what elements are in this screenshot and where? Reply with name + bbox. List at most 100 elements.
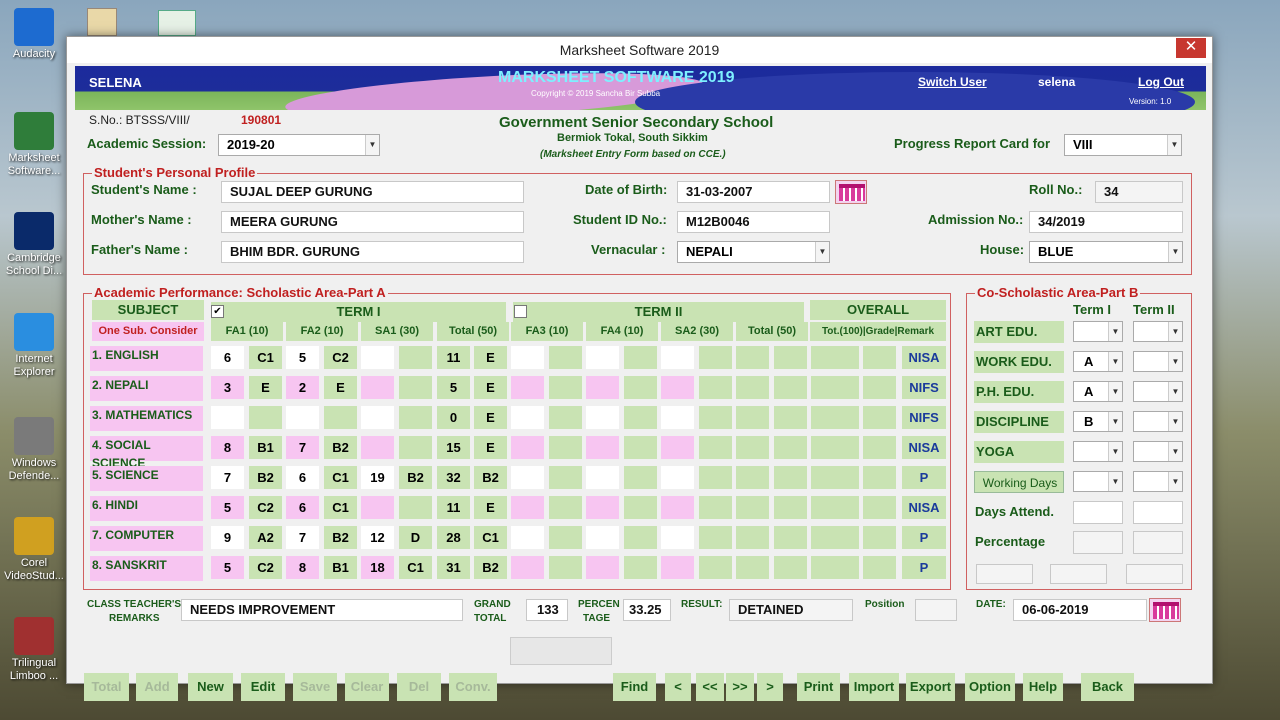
- co-grade-select-t2[interactable]: ▼: [1133, 351, 1183, 372]
- new-button[interactable]: New: [188, 673, 233, 701]
- term1-checkbox[interactable]: ✔: [211, 305, 224, 318]
- fa2-input[interactable]: 7: [286, 526, 319, 549]
- sa1-input[interactable]: 18: [361, 556, 394, 579]
- switch-user-link[interactable]: Switch User: [918, 75, 987, 89]
- help-button[interactable]: Help: [1023, 673, 1063, 701]
- term2-input[interactable]: [511, 496, 544, 519]
- term2-input[interactable]: [511, 346, 544, 369]
- sa1-input[interactable]: [361, 376, 394, 399]
- sa1-input[interactable]: [361, 346, 394, 369]
- days-attend-input[interactable]: [1073, 501, 1123, 524]
- term2-input[interactable]: [661, 496, 694, 519]
- conv-button[interactable]: Conv.: [449, 673, 497, 701]
- calendar-icon[interactable]: [835, 180, 867, 204]
- calendar-icon[interactable]: [1149, 598, 1181, 622]
- import-button[interactable]: Import: [849, 673, 899, 701]
- term2-input[interactable]: [511, 406, 544, 429]
- trilingual-limboo-shortcut[interactable]: Trilingual Limboo ...: [2, 617, 66, 683]
- student-name-input[interactable]: SUJAL DEEP GURUNG: [221, 181, 524, 203]
- co-grade-select-t1[interactable]: B ▼: [1073, 411, 1123, 432]
- co-grade-select-t2[interactable]: ▼: [1133, 321, 1183, 342]
- find-button[interactable]: Find: [613, 673, 656, 701]
- sa1-input[interactable]: 19: [361, 466, 394, 489]
- internet-explorer-shortcut[interactable]: Internet Explorer: [2, 313, 66, 379]
- mother-name-input[interactable]: MEERA GURUNG: [221, 211, 524, 233]
- fa2-input[interactable]: [286, 406, 319, 429]
- term2-input[interactable]: [511, 526, 544, 549]
- taskbar-thumb-2[interactable]: [158, 10, 196, 36]
- corel-videostudio-shortcut[interactable]: Corel VideoStud...: [2, 517, 66, 583]
- term2-input[interactable]: [511, 556, 544, 579]
- save-button[interactable]: Save: [293, 673, 337, 701]
- term2-input[interactable]: [586, 466, 619, 489]
- term2-input[interactable]: [586, 496, 619, 519]
- term2-input[interactable]: [661, 376, 694, 399]
- last-button[interactable]: >>: [726, 673, 754, 701]
- export-button[interactable]: Export: [906, 673, 955, 701]
- term2-input[interactable]: [586, 346, 619, 369]
- term2-input[interactable]: [586, 526, 619, 549]
- marksheet-software-shortcut[interactable]: Marksheet Software...: [2, 112, 66, 178]
- back-button[interactable]: Back: [1081, 673, 1134, 701]
- term2-input[interactable]: [511, 436, 544, 459]
- co-grade-select-t1[interactable]: ▼: [1073, 471, 1123, 492]
- term2-input[interactable]: [586, 376, 619, 399]
- cambridge-csd-shortcut[interactable]: Cambridge School Di...: [2, 212, 66, 278]
- term2-input[interactable]: [586, 406, 619, 429]
- admission-input[interactable]: 34/2019: [1029, 211, 1183, 233]
- sa1-input[interactable]: [361, 406, 394, 429]
- fa2-input[interactable]: 7: [286, 436, 319, 459]
- class-select[interactable]: VIII ▼: [1064, 134, 1182, 156]
- fa1-input[interactable]: 5: [211, 496, 244, 519]
- co-grade-select-t1[interactable]: A ▼: [1073, 351, 1123, 372]
- option-button[interactable]: Option: [965, 673, 1015, 701]
- vernacular-select[interactable]: NEPALI ▼: [677, 241, 830, 263]
- fa1-input[interactable]: [211, 406, 244, 429]
- first-button[interactable]: <<: [696, 673, 724, 701]
- dob-input[interactable]: 31-03-2007: [677, 181, 830, 203]
- co-grade-select-t2[interactable]: ▼: [1133, 441, 1183, 462]
- term2-input[interactable]: [661, 466, 694, 489]
- add-button[interactable]: Add: [136, 673, 178, 701]
- next-button[interactable]: >: [757, 673, 783, 701]
- print-button[interactable]: Print: [797, 673, 840, 701]
- fa1-input[interactable]: 8: [211, 436, 244, 459]
- term2-input[interactable]: [661, 436, 694, 459]
- fa1-input[interactable]: 9: [211, 526, 244, 549]
- days-attend-input[interactable]: [1133, 501, 1183, 524]
- roll-input[interactable]: 34: [1095, 181, 1183, 203]
- fa2-input[interactable]: 5: [286, 346, 319, 369]
- term2-input[interactable]: [661, 346, 694, 369]
- fa2-input[interactable]: 8: [286, 556, 319, 579]
- fa1-input[interactable]: 5: [211, 556, 244, 579]
- edit-button[interactable]: Edit: [241, 673, 285, 701]
- co-grade-select-t2[interactable]: ▼: [1133, 411, 1183, 432]
- co-grade-select-t1[interactable]: ▼: [1073, 321, 1123, 342]
- fa1-input[interactable]: 6: [211, 346, 244, 369]
- prev-button[interactable]: <: [665, 673, 691, 701]
- term2-input[interactable]: [661, 406, 694, 429]
- fa2-input[interactable]: 2: [286, 376, 319, 399]
- session-select[interactable]: 2019-20 ▼: [218, 134, 380, 156]
- student-id-input[interactable]: M12B0046: [677, 211, 830, 233]
- term2-input[interactable]: [661, 526, 694, 549]
- fa1-input[interactable]: 7: [211, 466, 244, 489]
- sa1-input[interactable]: [361, 496, 394, 519]
- del-button[interactable]: Del: [397, 673, 441, 701]
- father-name-input[interactable]: BHIM BDR. GURUNG: [221, 241, 524, 263]
- sa1-input[interactable]: [361, 436, 394, 459]
- co-grade-select-t1[interactable]: A ▼: [1073, 381, 1123, 402]
- sa1-input[interactable]: 12: [361, 526, 394, 549]
- close-button[interactable]: ✕: [1176, 38, 1206, 58]
- term2-input[interactable]: [586, 436, 619, 459]
- clear-button[interactable]: Clear: [345, 673, 389, 701]
- taskbar-thumb-1[interactable]: [87, 8, 117, 36]
- fa2-input[interactable]: 6: [286, 466, 319, 489]
- term2-input[interactable]: [661, 556, 694, 579]
- windows-defender-shortcut[interactable]: Windows Defende...: [2, 417, 66, 483]
- remarks-input[interactable]: NEEDS IMPROVEMENT: [181, 599, 463, 621]
- total-button[interactable]: Total: [84, 673, 129, 701]
- fa2-input[interactable]: 6: [286, 496, 319, 519]
- search-input[interactable]: [510, 637, 612, 665]
- co-grade-select-t2[interactable]: ▼: [1133, 471, 1183, 492]
